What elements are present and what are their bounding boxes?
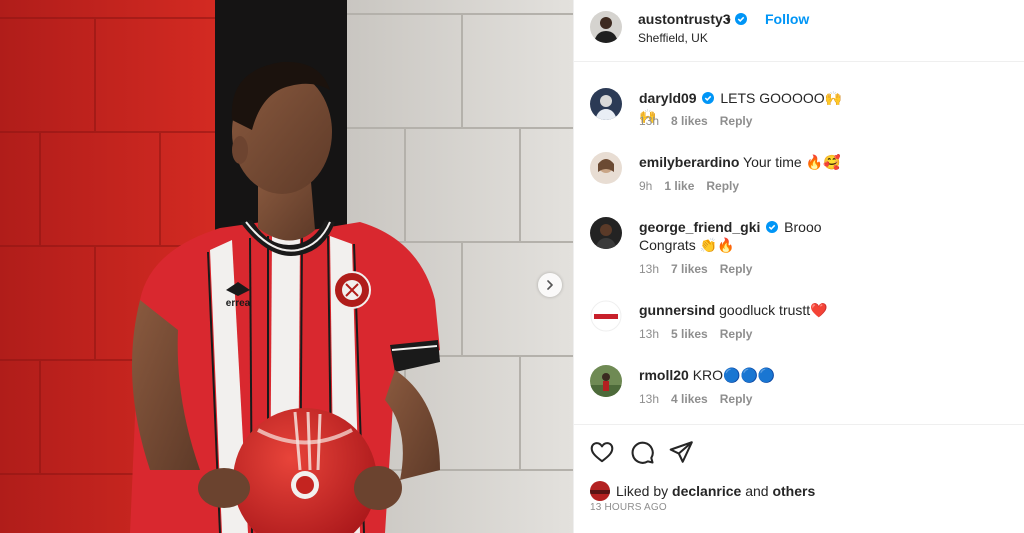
- comment-body: emilyberardino Your time 🔥🥰: [639, 153, 859, 171]
- comment-time[interactable]: 13h: [639, 327, 659, 341]
- post-actions: Liked by declanrice and others 13 HOURS …: [574, 424, 1024, 533]
- chevron-right-icon: [547, 280, 553, 290]
- comment-time[interactable]: 13h: [639, 114, 659, 128]
- post-header: austontrusty3 • Follow Sheffield, UK: [574, 0, 1024, 62]
- send-icon[interactable]: [668, 439, 694, 465]
- post-username[interactable]: austontrusty3: [638, 11, 731, 27]
- comment-text: goodluck trustt❤️: [719, 302, 828, 318]
- comment-time[interactable]: 13h: [639, 392, 659, 406]
- comment-likes[interactable]: 8 likes: [671, 114, 708, 128]
- liked-by-others[interactable]: others: [772, 483, 815, 499]
- liked-by-prefix: Liked by: [616, 483, 669, 499]
- liked-by-conj: and: [745, 483, 769, 499]
- comment-time[interactable]: 13h: [639, 262, 659, 276]
- reply-button[interactable]: Reply: [720, 392, 753, 406]
- carousel-next-button[interactable]: [538, 273, 562, 297]
- comment-username[interactable]: george_friend_gki: [639, 219, 760, 235]
- comment-time[interactable]: 9h: [639, 179, 652, 193]
- heart-icon[interactable]: [589, 439, 615, 465]
- avatar[interactable]: [590, 481, 610, 501]
- comment-username[interactable]: gunnersind: [639, 302, 715, 318]
- comment-username[interactable]: emilyberardino: [639, 154, 739, 170]
- comment-likes[interactable]: 7 likes: [671, 262, 708, 276]
- reply-button[interactable]: Reply: [720, 262, 753, 276]
- comment-text: KRO🔵🔵🔵: [692, 367, 776, 383]
- comment-likes[interactable]: 5 likes: [671, 327, 708, 341]
- photo-image: errea: [0, 0, 573, 533]
- post-photo[interactable]: errea: [0, 0, 573, 533]
- liked-by-user[interactable]: declanrice: [672, 483, 741, 499]
- post-time-ago[interactable]: 13 HOURS AGO: [590, 502, 667, 513]
- comment-likes[interactable]: 4 likes: [671, 392, 708, 406]
- avatar[interactable]: [590, 88, 622, 120]
- reply-button[interactable]: Reply: [706, 179, 739, 193]
- comment-username[interactable]: rmoll20: [639, 367, 689, 383]
- avatar[interactable]: [590, 365, 622, 397]
- comment-meta: 13h 5 likes Reply: [639, 327, 752, 341]
- header-separator: •: [726, 11, 731, 27]
- comment-username[interactable]: daryld09: [639, 90, 697, 106]
- comment-body: rmoll20 KRO🔵🔵🔵: [639, 366, 859, 384]
- avatar[interactable]: [590, 300, 622, 332]
- verified-badge-icon: [702, 92, 715, 104]
- comment-text: Your time 🔥🥰: [743, 154, 841, 170]
- comment-meta: 13h 4 likes Reply: [639, 392, 752, 406]
- comments-list[interactable]: daryld09 LETS GOOOOO🙌🙌 13h 8 likes Reply…: [574, 62, 1024, 424]
- comment-body: george_friend_gki Brooo Congrats 👏🔥: [639, 218, 859, 254]
- verified-badge-icon: [734, 13, 747, 25]
- shirt-brand: errea: [226, 298, 251, 309]
- comment-meta: 9h 1 like Reply: [639, 179, 739, 193]
- follow-button[interactable]: Follow: [765, 11, 809, 27]
- avatar[interactable]: [590, 11, 622, 43]
- reply-button[interactable]: Reply: [720, 327, 753, 341]
- post-side-panel: austontrusty3 • Follow Sheffield, UK dar…: [573, 0, 1024, 533]
- avatar[interactable]: [590, 152, 622, 184]
- liked-by[interactable]: Liked by declanrice and others: [590, 481, 815, 501]
- comment-body: gunnersind goodluck trustt❤️: [639, 301, 859, 319]
- verified-badge-icon: [766, 221, 779, 233]
- avatar[interactable]: [590, 217, 622, 249]
- comment-likes[interactable]: 1 like: [664, 179, 694, 193]
- comment-icon[interactable]: [629, 439, 655, 465]
- comment-meta: 13h 7 likes Reply: [639, 262, 752, 276]
- post-location[interactable]: Sheffield, UK: [638, 31, 708, 45]
- comment-meta: 13h 8 likes Reply: [639, 114, 752, 128]
- reply-button[interactable]: Reply: [720, 114, 753, 128]
